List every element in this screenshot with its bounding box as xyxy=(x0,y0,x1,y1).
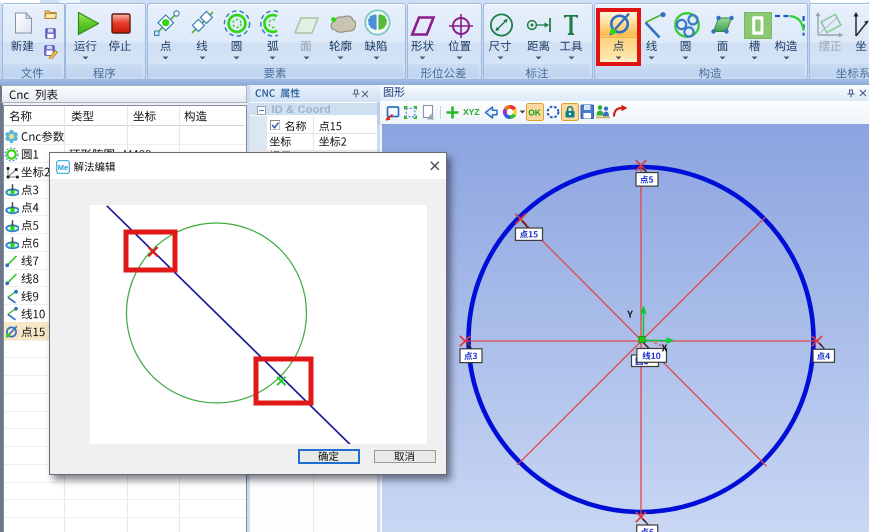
svg-text:OK: OK xyxy=(528,108,542,118)
svg-text:Me: Me xyxy=(58,163,68,172)
